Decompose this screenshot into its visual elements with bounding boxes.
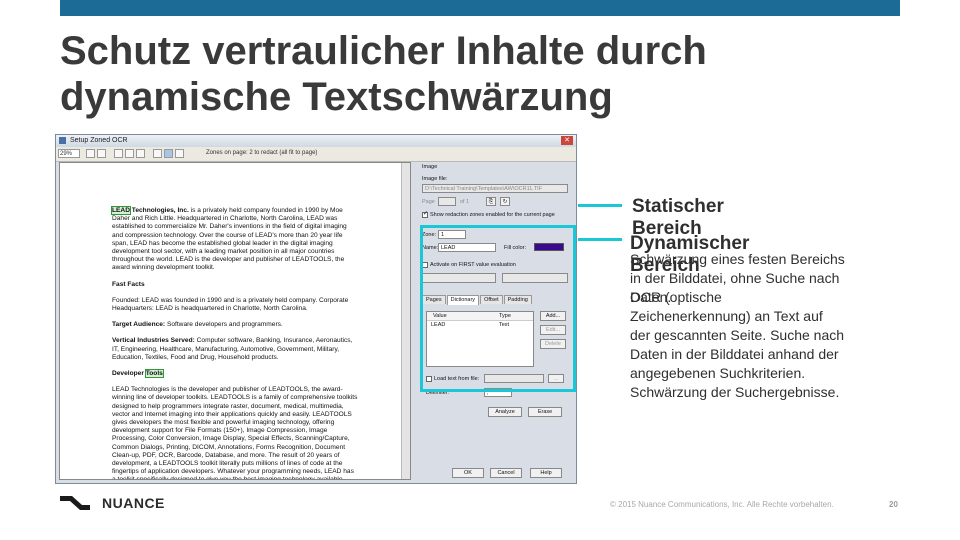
pan-tool-icon[interactable] [136, 149, 145, 158]
app-icon [59, 137, 66, 144]
fit-page-icon[interactable] [86, 149, 95, 158]
zone-tool-icon[interactable] [114, 149, 123, 158]
fast-facts-text: Founded: LEAD was founded in 1990 and is… [112, 296, 349, 313]
dynamic-connector-line [578, 238, 622, 241]
intro-paragraph: LEAD Technologies, Inc. is a privately h… [111, 206, 347, 272]
dynamic-zone-highlight [420, 225, 576, 392]
help-button[interactable]: Help [530, 468, 562, 478]
redaction-zone-tools[interactable]: Tools [144, 369, 164, 379]
window-titlebar: Setup Zoned OCR ✕ [56, 135, 576, 147]
target-audience: Target Audience: Software developers and… [112, 321, 283, 329]
slide-title: Schutz vertraulicher Inhalte durch dynam… [60, 29, 707, 119]
document-page: LEAD Technologies, Inc. is a privately h… [111, 206, 358, 480]
page-field [438, 197, 456, 206]
document-scrollbar[interactable] [401, 163, 410, 479]
dynamic-zone-text: OCR (optische Zeichenerkennung) an Text … [630, 289, 845, 400]
image-file-label: Image file: [422, 176, 448, 182]
copyright: © 2015 Nuance Communications, Inc. Alle … [610, 500, 834, 509]
zones-label: Zones on page: 2 to redact (all fit to p… [206, 150, 318, 156]
fast-facts-heading: Fast Facts [112, 280, 145, 288]
show-zones-checkbox[interactable] [422, 212, 428, 218]
page-label: Page [422, 199, 435, 205]
close-icon[interactable]: ✕ [561, 136, 573, 145]
page-of-label: of 1 [460, 199, 470, 205]
erase-button[interactable]: Erase [528, 407, 562, 417]
fit-width-icon[interactable] [97, 149, 106, 158]
image-file-field: D:\Technical Training\Templates\AW\OCR11… [422, 184, 568, 193]
industries: Vertical Industries Served: Computer sof… [112, 337, 353, 361]
refresh-icon[interactable]: ↻ [500, 197, 510, 206]
dynamic-zone-title: Dynamischer Bereich [630, 233, 750, 276]
page-number: 20 [889, 500, 898, 509]
developer-heading: Developer Tools [112, 369, 164, 379]
static-connector-line [578, 204, 622, 207]
page-icon[interactable] [153, 149, 162, 158]
page-icon-button[interactable]: ⎘ [486, 197, 496, 206]
select-tool-icon[interactable] [125, 149, 134, 158]
window-toolbar: 29% Zones on page: 2 to redact (all fit … [56, 147, 576, 162]
zoom-select[interactable]: 29% [58, 149, 80, 158]
settings-icon[interactable] [175, 149, 184, 158]
analyze-button[interactable]: Analyze [488, 407, 522, 417]
developer-text: LEAD Technologies is the developer and p… [112, 386, 358, 480]
logo-text: NUANCE [102, 495, 165, 511]
top-accent-bar [60, 0, 900, 16]
document-view[interactable]: LEAD Technologies, Inc. is a privately h… [59, 162, 411, 480]
cancel-button[interactable]: Cancel [490, 468, 522, 478]
nuance-logo-icon [60, 496, 90, 510]
image-group-label: Image [422, 164, 438, 170]
show-zones-label: Show redaction zones enabled for the cur… [430, 212, 555, 218]
redact-zone-icon[interactable] [164, 149, 173, 158]
ok-button[interactable]: OK [452, 468, 484, 478]
redaction-zone-lead[interactable]: LEAD [111, 206, 131, 215]
window-title: Setup Zoned OCR [70, 137, 128, 144]
